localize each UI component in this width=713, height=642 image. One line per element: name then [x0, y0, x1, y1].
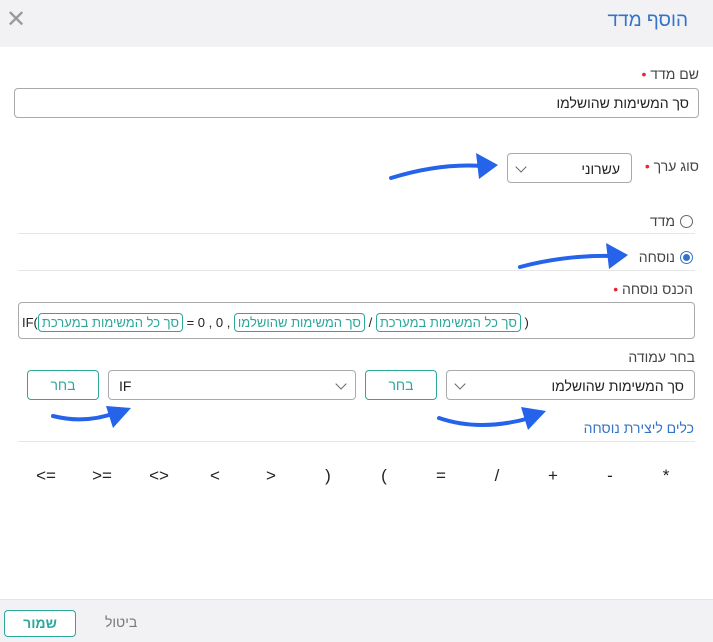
- annotation-arrow-column-button: [437, 407, 546, 430]
- annotation-arrow-function-button: [51, 406, 131, 428]
- annotation-arrows: [51, 153, 628, 430]
- save-button[interactable]: שמור: [4, 610, 76, 637]
- annotation-arrow-value-type: [389, 153, 498, 180]
- annotation-arrow-formula-radio: [518, 243, 628, 269]
- cancel-button[interactable]: ביטול: [105, 614, 137, 630]
